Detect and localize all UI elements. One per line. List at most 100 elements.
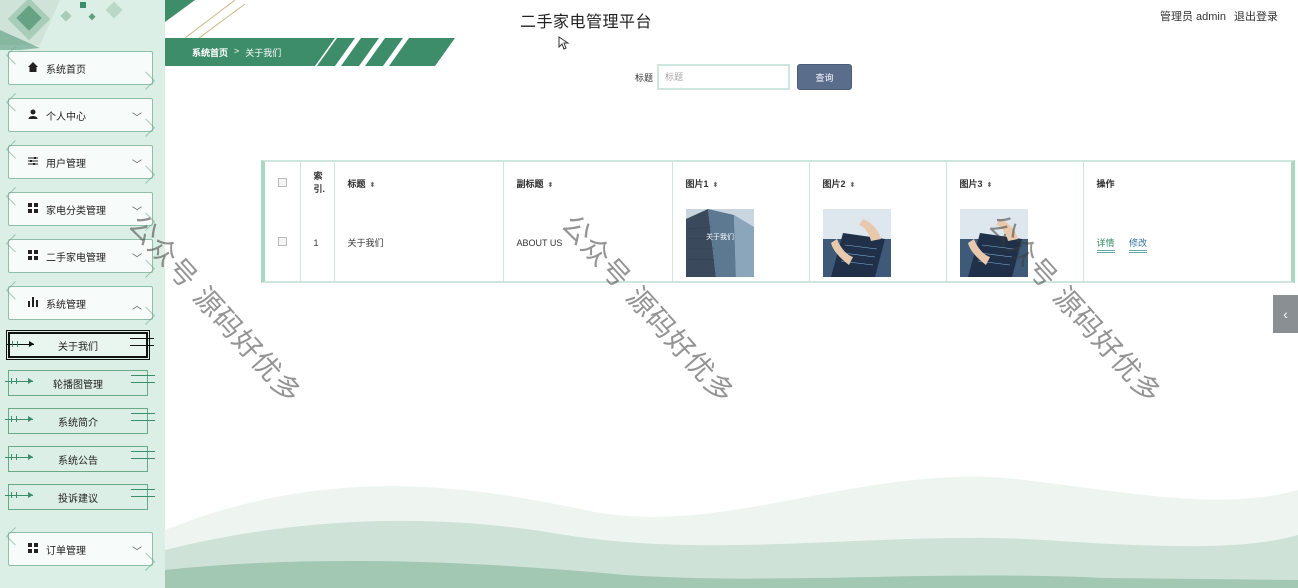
row-title: 关于我们 <box>333 204 503 281</box>
chevron-down-icon: ﹀ <box>132 160 142 171</box>
sidebar-item-label: 二手家电管理 <box>46 252 106 264</box>
arrow-decoration-icon <box>131 375 155 383</box>
table-header-row: 索引. 标题 ⬍ 副标题 ⬍ 图片1 ⬍ 图片2 ⬍ 图片3 ⬍ 操作 <box>265 162 1291 204</box>
sidebar-subitem-label: 投诉建议 <box>58 493 98 505</box>
breadcrumb-home-link[interactable]: 系统首页 <box>192 46 228 59</box>
sidebar-subitem-label: 轮播图管理 <box>53 379 103 391</box>
column-header-image2[interactable]: 图片2 ⬍ <box>808 162 946 204</box>
arrow-decoration-icon <box>5 378 33 384</box>
sidebar-item-order-management[interactable]: 订单管理 ﹀ <box>8 532 153 566</box>
column-header-label: 标题 <box>347 178 366 189</box>
admin-user-label: 管理员 admin <box>1159 11 1226 23</box>
user-icon <box>26 109 40 122</box>
column-header-label: 图片2 <box>822 178 846 189</box>
row-actions-cell: 详情 修改 <box>1082 204 1291 281</box>
select-all-cell[interactable] <box>265 162 300 204</box>
column-header-index: 索引. <box>299 162 334 204</box>
sort-icon[interactable]: ⬍ <box>987 182 993 189</box>
arrow-decoration-icon <box>131 451 155 459</box>
sidebar-item-label: 个人中心 <box>46 111 86 123</box>
select-all-checkbox[interactable] <box>278 177 287 187</box>
row-subtitle: ABOUT US <box>502 204 672 281</box>
business-tablet-image[interactable] <box>822 208 891 277</box>
chevron-down-icon: ﹀ <box>132 547 142 558</box>
row-image2-cell <box>808 204 946 281</box>
chevron-down-icon: ﹀ <box>132 254 142 265</box>
search-label: 标题 <box>635 73 654 83</box>
grid-icon <box>26 542 40 556</box>
detail-link[interactable]: 详情 <box>1096 238 1115 253</box>
office-building-image[interactable]: 关于我们 <box>685 208 754 277</box>
sidebar-item-system-management[interactable]: 系统管理 ︿ <box>8 286 153 320</box>
logout-link[interactable]: 退出登录 <box>1234 8 1278 24</box>
arrow-decoration-icon <box>130 338 154 346</box>
grid-icon <box>26 249 40 263</box>
breadcrumb-separator: > <box>234 46 240 56</box>
column-header-label: 图片3 <box>959 178 983 189</box>
business-tablet-image[interactable] <box>959 208 1028 277</box>
column-header-image3[interactable]: 图片3 ⬍ <box>945 162 1083 204</box>
chevron-up-icon: ︿ <box>132 301 142 312</box>
home-icon <box>26 61 40 75</box>
sidebar-item-appliance-management[interactable]: 二手家电管理 ﹀ <box>8 239 153 273</box>
header-corner-decoration <box>165 0 245 38</box>
breadcrumb: 系统首页 > 关于我们 <box>192 46 281 59</box>
sidebar: 系统首页 个人中心 ﹀ 用户管理 ﹀ 家电分类管理 ﹀ 二手家电管理 ﹀ 系统管… <box>0 0 165 588</box>
row-index: 1 <box>299 204 334 281</box>
mouse-cursor-icon <box>558 36 570 50</box>
chevron-left-icon: ‹ <box>1283 306 1288 322</box>
sidebar-item-label: 用户管理 <box>46 158 86 170</box>
chevron-down-icon: ﹀ <box>132 113 142 124</box>
sort-icon[interactable]: ⬍ <box>713 182 719 189</box>
arrow-decoration-icon <box>6 341 34 347</box>
sidebar-subitem-label: 系统简介 <box>58 417 98 429</box>
sidebar-item-category-management[interactable]: 家电分类管理 ﹀ <box>8 192 153 226</box>
sidebar-subitem-label: 系统公告 <box>58 455 98 467</box>
background-wave-decoration <box>165 476 1298 588</box>
sidebar-item-label: 订单管理 <box>46 545 86 557</box>
search-button[interactable]: 查询 <box>797 64 852 90</box>
sidebar-item-user-management[interactable]: 用户管理 ﹀ <box>8 145 153 179</box>
row-image1-cell: 关于我们 <box>671 204 809 281</box>
sidebar-item-label: 家电分类管理 <box>46 205 106 217</box>
sidebar-subitem-complaints[interactable]: 投诉建议 <box>5 484 155 510</box>
sidebar-subitem-about-us[interactable]: 关于我们 <box>6 330 154 360</box>
sidebar-subitem-carousel[interactable]: 轮播图管理 <box>5 370 155 396</box>
column-header-actions: 操作 <box>1082 162 1291 204</box>
column-header-subtitle[interactable]: 副标题 ⬍ <box>502 162 672 204</box>
arrow-decoration-icon <box>131 489 155 497</box>
edit-link[interactable]: 修改 <box>1129 238 1148 253</box>
sort-icon[interactable]: ⬍ <box>548 182 554 189</box>
column-header-label: 副标题 <box>516 178 544 189</box>
column-header-label: 图片1 <box>685 178 709 189</box>
row-select-cell[interactable] <box>265 204 300 281</box>
row-image3-cell <box>945 204 1083 281</box>
image-caption: 关于我们 <box>706 232 734 241</box>
grid-icon <box>26 202 40 216</box>
sort-icon[interactable]: ⬍ <box>370 182 376 189</box>
data-table: 索引. 标题 ⬍ 副标题 ⬍ 图片1 ⬍ 图片2 ⬍ 图片3 ⬍ 操作 1 关于我们 AB… <box>261 160 1295 283</box>
column-header-image1[interactable]: 图片1 ⬍ <box>671 162 809 204</box>
sidebar-item-label: 系统首页 <box>46 64 86 76</box>
breadcrumb-current: 关于我们 <box>245 48 282 58</box>
row-checkbox[interactable] <box>278 237 287 246</box>
collapse-panel-tab[interactable]: ‹ <box>1273 295 1298 333</box>
arrow-decoration-icon <box>131 413 155 421</box>
sidebar-item-label: 系统管理 <box>46 299 86 311</box>
arrow-decoration-icon <box>5 454 33 460</box>
chevron-down-icon: ﹀ <box>132 207 142 218</box>
sidebar-item-personal-center[interactable]: 个人中心 ﹀ <box>8 98 153 132</box>
sidebar-item-home[interactable]: 系统首页 <box>8 51 153 85</box>
arrow-decoration-icon <box>5 492 33 498</box>
user-bar: 管理员 admin 退出登录 <box>1160 8 1278 24</box>
sort-icon[interactable]: ⬍ <box>850 182 856 189</box>
arrow-decoration-icon <box>5 416 33 422</box>
page-title: 二手家电管理平台 <box>520 14 653 31</box>
logo-decoration <box>0 0 123 50</box>
sidebar-subitem-label: 关于我们 <box>58 341 98 353</box>
column-header-title[interactable]: 标题 ⬍ <box>333 162 503 204</box>
sidebar-subitem-announcements[interactable]: 系统公告 <box>5 446 155 472</box>
bar-chart-icon <box>26 296 40 310</box>
search-title-input[interactable] <box>657 64 790 90</box>
sidebar-subitem-system-intro[interactable]: 系统简介 <box>5 408 155 434</box>
